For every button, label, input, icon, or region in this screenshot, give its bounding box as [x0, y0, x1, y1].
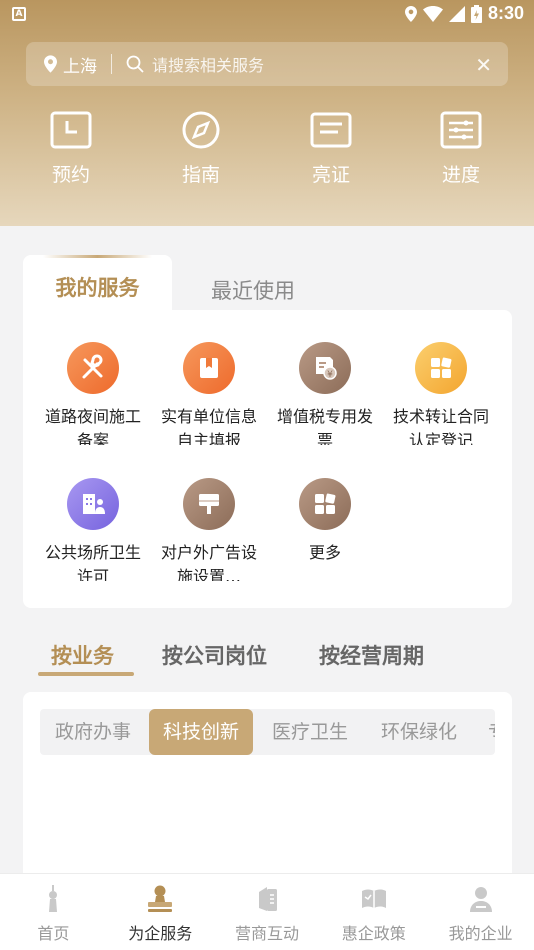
- nav-enterprise-service[interactable]: 为企服务: [107, 874, 214, 950]
- signal-icon: [448, 5, 465, 22]
- location-pin-icon[interactable]: [44, 55, 57, 73]
- tab-by-position[interactable]: 按公司岗位: [162, 640, 267, 670]
- service-label: 对户外广告设施设置…: [160, 543, 257, 581]
- user-enterprise-icon: [469, 887, 492, 912]
- service-item[interactable]: 实有单位信息自主填报: [151, 342, 267, 445]
- service-item[interactable]: 道路夜间施工备案: [35, 342, 151, 445]
- tab-recent[interactable]: 最近使用: [211, 275, 295, 305]
- quick-actions: 预约 指南 亮证 进度: [0, 110, 534, 187]
- search-input[interactable]: 请搜索相关服务: [152, 52, 264, 76]
- service-item-more[interactable]: 更多: [267, 478, 383, 581]
- chip-medical[interactable]: 医疗卫生: [272, 709, 348, 755]
- nav-policy[interactable]: 惠企政策: [320, 874, 427, 950]
- nav-home[interactable]: 首页: [0, 874, 107, 950]
- nav-label: 首页: [37, 924, 70, 943]
- quick-action-progress[interactable]: 进度: [396, 110, 526, 187]
- service-label: 实有单位信息自主填报: [160, 407, 257, 445]
- nav-label: 为企服务: [128, 924, 193, 943]
- quick-action-appointment[interactable]: 预约: [6, 110, 136, 187]
- search-icon: [126, 55, 144, 73]
- clock: 8:30: [487, 3, 524, 23]
- stamp-icon: [148, 885, 173, 912]
- nav-label: 营商互动: [234, 924, 299, 943]
- building-person-icon: [67, 478, 119, 530]
- more-apps-icon: [299, 478, 351, 530]
- quick-action-certificate[interactable]: 亮证: [266, 110, 396, 187]
- nav-label: 惠企政策: [341, 924, 406, 943]
- sub-category-chips[interactable]: 政府办事 科技创新 医疗卫生 环保绿化 专: [40, 709, 495, 755]
- notification-icon: A: [12, 7, 26, 21]
- policy-icon: [361, 889, 386, 908]
- service-label: 技术转让合同认定登记: [392, 407, 489, 445]
- nav-my-enterprise[interactable]: 我的企业: [427, 874, 534, 950]
- service-item[interactable]: 对户外广告设施设置…: [151, 478, 267, 581]
- tab-my-services[interactable]: 我的服务: [23, 255, 172, 315]
- calendar-clock-icon: [50, 111, 92, 149]
- city-selector[interactable]: 上海: [63, 52, 97, 77]
- chip-tech-innovation[interactable]: 科技创新: [149, 709, 254, 755]
- active-tab-indicator: [38, 672, 134, 676]
- tab-by-business[interactable]: 按业务: [51, 640, 114, 670]
- quick-action-label: 进度: [441, 164, 480, 186]
- tools-icon: [67, 342, 119, 394]
- chip-government[interactable]: 政府办事: [55, 709, 131, 755]
- chip-environment[interactable]: 环保绿化: [381, 709, 457, 755]
- billboard-icon: [183, 478, 235, 530]
- chip-partial[interactable]: 专: [488, 709, 495, 755]
- category-content-card: 政府办事 科技创新 医疗卫生 环保绿化 专: [23, 692, 512, 882]
- nav-business-interaction[interactable]: 营商互动: [214, 874, 321, 950]
- certificate-icon: [310, 112, 352, 148]
- battery-icon: [470, 4, 482, 23]
- service-item[interactable]: 公共场所卫生许可: [35, 478, 151, 581]
- quick-action-label: 亮证: [311, 164, 350, 186]
- svg-text:¥: ¥: [327, 370, 333, 380]
- quick-action-guide[interactable]: 指南: [136, 110, 266, 187]
- tab-by-cycle[interactable]: 按经营周期: [319, 640, 424, 670]
- search-bar[interactable]: 上海 请搜索相关服务 ✕: [26, 42, 508, 86]
- clear-icon[interactable]: ✕: [475, 53, 492, 77]
- service-label: 增值税专用发票: [276, 407, 373, 445]
- invoice-icon: ¥: [299, 342, 351, 394]
- status-icons: 8:30: [404, 3, 524, 24]
- service-label: 更多: [308, 543, 341, 562]
- status-bar: A 8:30: [0, 0, 534, 30]
- quick-action-label: 指南: [181, 164, 220, 186]
- wifi-icon: [422, 5, 443, 22]
- compass-icon: [182, 111, 220, 149]
- nav-label: 我的企业: [448, 924, 513, 943]
- service-label: 公共场所卫生许可: [44, 543, 141, 581]
- service-tabs: 我的服务 最近使用: [23, 255, 512, 315]
- service-item[interactable]: 技术转让合同认定登记: [383, 342, 499, 445]
- interaction-icon: [258, 887, 277, 911]
- bottom-navigation: 首页 为企服务 营商互动 惠企政策 我的企业: [0, 873, 534, 950]
- grid-icon: [415, 342, 467, 394]
- search-divider: [111, 54, 112, 74]
- my-services-card: 道路夜间施工备案 实有单位信息自主填报 ¥ 增值税专用发票 技术转让合同认定登记…: [23, 310, 512, 608]
- progress-list-icon: [440, 111, 482, 149]
- quick-action-label: 预约: [51, 164, 90, 186]
- service-item[interactable]: ¥ 增值税专用发票: [267, 342, 383, 445]
- book-icon: [183, 342, 235, 394]
- home-tower-icon: [49, 885, 58, 912]
- location-icon: [404, 5, 417, 22]
- service-label: 道路夜间施工备案: [44, 407, 141, 445]
